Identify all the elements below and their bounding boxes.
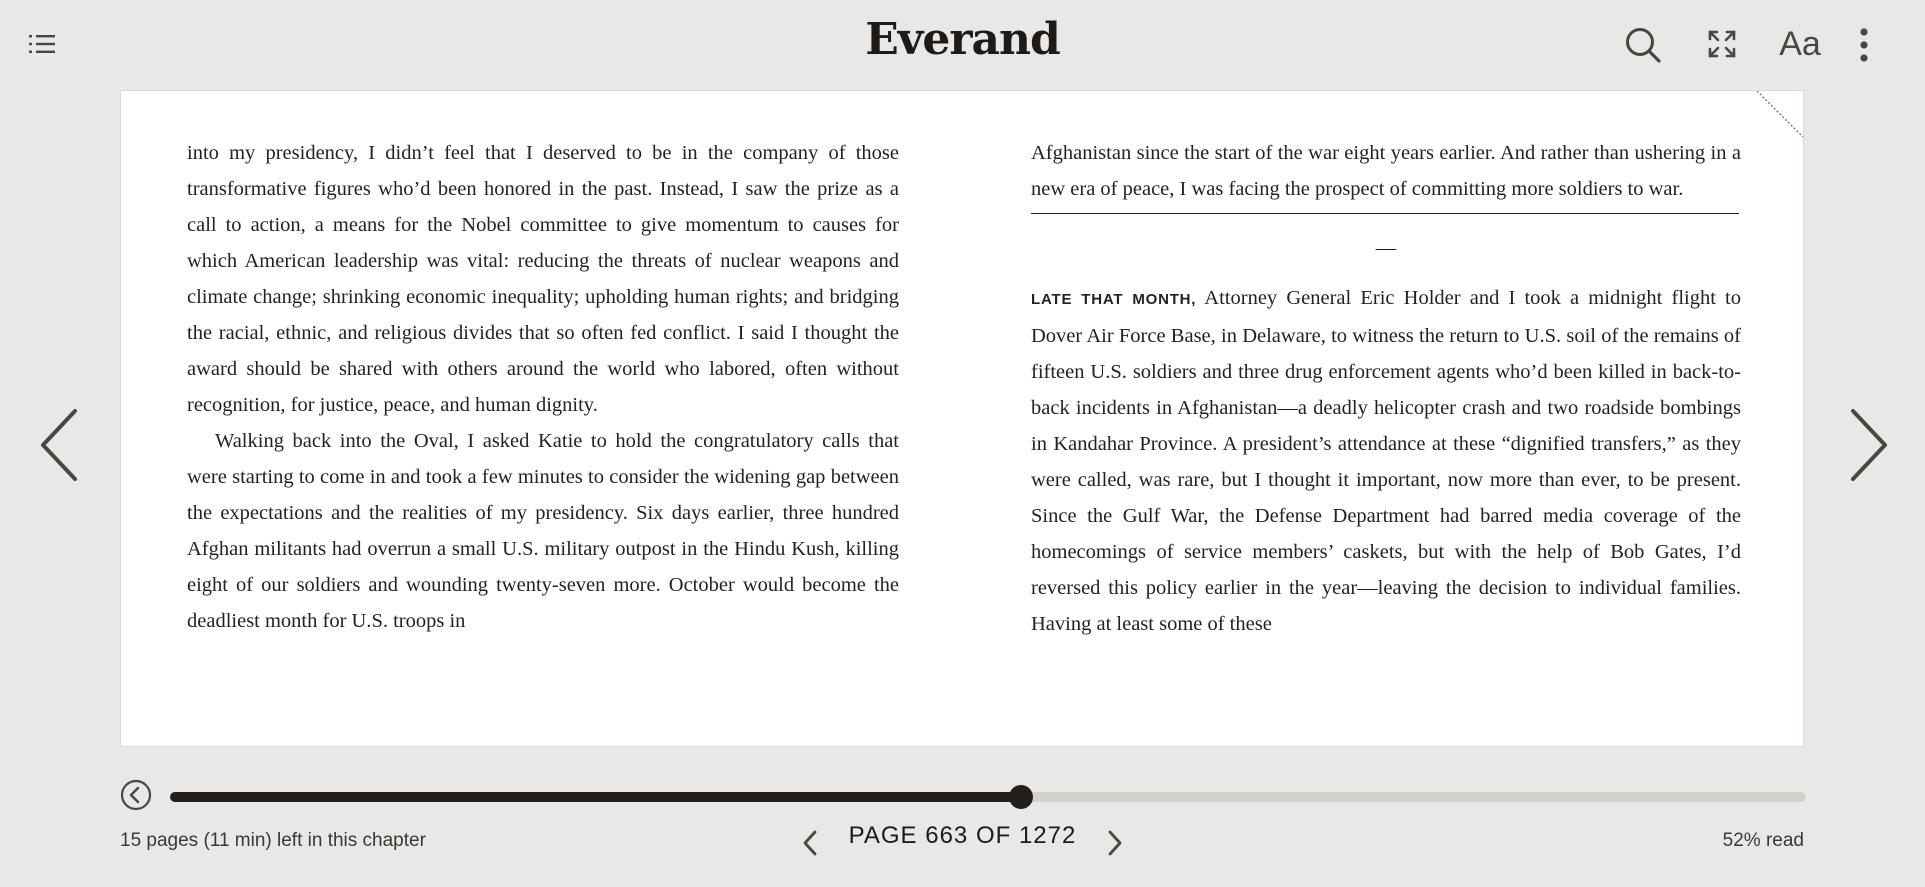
section-break: — (1375, 237, 1397, 259)
list-icon[interactable] (24, 26, 60, 62)
next-page-arrow[interactable] (1838, 405, 1898, 485)
section-rule (1031, 213, 1739, 214)
paragraph: LATE THAT MONTH, Attorney General Eric H… (1031, 280, 1741, 642)
reading-progress (120, 775, 1806, 815)
progress-track[interactable] (170, 785, 1806, 809)
paragraph: into my presidency, I didn’t feel that I… (187, 142, 899, 416)
back-circle-icon[interactable] (120, 779, 152, 811)
percent-read-text: 52% read (1722, 830, 1804, 851)
paragraph: Walking back into the Oval, I asked Kati… (187, 430, 899, 632)
progress-fill (170, 792, 1021, 802)
progress-slider-handle[interactable] (1008, 785, 1033, 809)
font-settings-icon[interactable]: Aa (1776, 22, 1824, 66)
right-column: Afghanistan since the start of the war e… (1031, 135, 1741, 642)
chapter-lead-in: LATE THAT MONTH, (1031, 291, 1197, 308)
paragraph-text: Attorney General Eric Holder and I took … (1031, 287, 1742, 635)
previous-page-arrow[interactable] (30, 405, 90, 485)
top-bar: Everand Aa (0, 0, 1925, 90)
font-settings-label: Aa (1779, 24, 1821, 63)
bookmark-corner[interactable] (1756, 90, 1804, 138)
page-indicator: PAGE 663 OF 1272 (848, 822, 1077, 849)
left-column: into my presidency, I didn’t feel that I… (187, 135, 899, 639)
chevron-right-icon[interactable] (1100, 828, 1130, 858)
more-vertical-icon[interactable] (1852, 24, 1876, 66)
paragraph: Afghanistan since the start of the war e… (1031, 142, 1741, 200)
book-page: into my presidency, I didn’t feel that I… (120, 90, 1804, 747)
search-icon[interactable] (1622, 24, 1664, 66)
expand-icon[interactable] (1704, 26, 1740, 62)
